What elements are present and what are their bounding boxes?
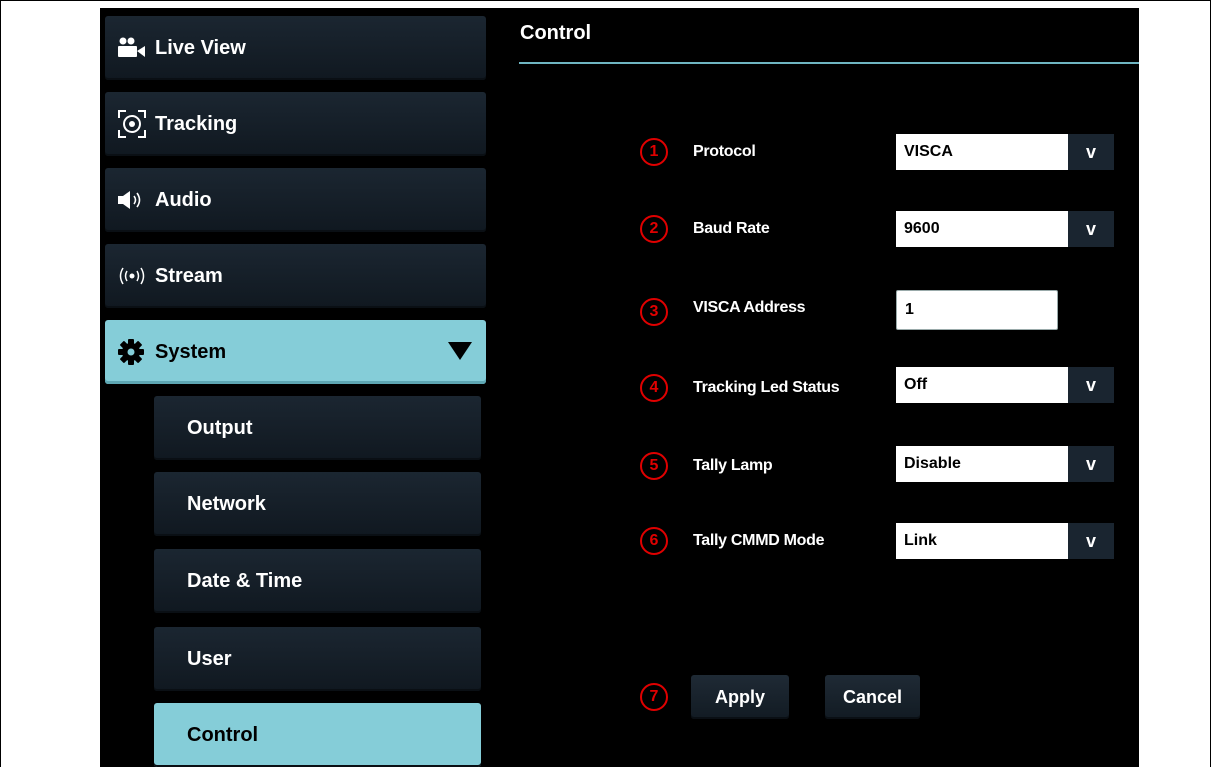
chevron-down-icon[interactable]: v <box>1068 367 1114 403</box>
tally-cmmd-mode-label: Tally CMMD Mode <box>693 532 825 549</box>
baud-rate-label: Baud Rate <box>693 220 770 237</box>
chevron-down-icon[interactable]: v <box>1068 523 1114 559</box>
annotation-marker-7: 7 <box>640 683 668 711</box>
sidebar-item-tracking[interactable]: Tracking <box>105 92 486 156</box>
annotation-marker-6: 6 <box>640 527 668 555</box>
protocol-select-value: VISCA <box>896 134 1068 170</box>
sidebar-subitem-user[interactable]: User <box>154 627 481 691</box>
tracking-led-status-label: Tracking Led Status <box>693 379 840 396</box>
app-window: Live View Tracking Audio Stream System O… <box>100 8 1139 767</box>
protocol-label: Protocol <box>693 143 756 160</box>
tracking-target-icon <box>117 109 155 139</box>
sidebar-item-audio[interactable]: Audio <box>105 168 486 232</box>
tally-lamp-select-value: Disable <box>896 446 1068 482</box>
apply-button[interactable]: Apply <box>691 675 789 719</box>
sidebar-item-label: Stream <box>155 264 223 287</box>
sidebar-subitem-label: Output <box>187 416 253 439</box>
tracking-led-status-select[interactable]: Off v <box>896 367 1114 403</box>
annotation-marker-5: 5 <box>640 452 668 480</box>
sidebar-subitem-label: Date & Time <box>187 569 303 592</box>
title-divider <box>519 62 1139 64</box>
sidebar-subitem-control[interactable]: Control <box>154 703 481 767</box>
gear-icon <box>117 338 155 366</box>
visca-address-input[interactable]: 1 <box>896 290 1058 330</box>
annotation-marker-2: 2 <box>640 215 668 243</box>
sidebar-item-live-view[interactable]: Live View <box>105 16 486 80</box>
annotation-marker-4: 4 <box>640 374 668 402</box>
chevron-down-icon[interactable]: v <box>1068 211 1114 247</box>
baud-rate-select-value: 9600 <box>896 211 1068 247</box>
broadcast-icon <box>117 265 155 287</box>
sidebar-item-system[interactable]: System <box>105 320 486 384</box>
visca-address-label: VISCA Address <box>693 299 806 316</box>
tally-cmmd-mode-select[interactable]: Link v <box>896 523 1114 559</box>
annotation-marker-1: 1 <box>640 138 668 166</box>
annotation-marker-3: 3 <box>640 298 668 326</box>
tally-lamp-label: Tally Lamp <box>693 457 773 474</box>
chevron-down-icon[interactable]: v <box>1068 446 1114 482</box>
sidebar-subitem-label: Control <box>187 723 259 746</box>
sidebar-subitem-network[interactable]: Network <box>154 472 481 536</box>
speaker-icon <box>117 189 155 211</box>
cancel-button[interactable]: Cancel <box>825 675 920 719</box>
sidebar-item-label: System <box>155 340 227 363</box>
sidebar-subitem-label: User <box>187 647 232 670</box>
sidebar-item-label: Tracking <box>155 112 238 135</box>
sidebar-subitem-date-time[interactable]: Date & Time <box>154 549 481 613</box>
caret-down-icon <box>448 342 472 360</box>
video-camera-icon <box>117 37 155 59</box>
protocol-select[interactable]: VISCA v <box>896 134 1114 170</box>
sidebar-item-stream[interactable]: Stream <box>105 244 486 308</box>
sidebar-subitem-label: Network <box>187 492 266 515</box>
baud-rate-select[interactable]: 9600 v <box>896 211 1114 247</box>
tally-cmmd-mode-select-value: Link <box>896 523 1068 559</box>
page-title: Control <box>520 22 592 44</box>
chevron-down-icon[interactable]: v <box>1068 134 1114 170</box>
tracking-led-status-select-value: Off <box>896 367 1068 403</box>
sidebar-subitem-output[interactable]: Output <box>154 396 481 460</box>
sidebar-item-label: Live View <box>155 36 246 59</box>
sidebar-item-label: Audio <box>155 188 212 211</box>
tally-lamp-select[interactable]: Disable v <box>896 446 1114 482</box>
